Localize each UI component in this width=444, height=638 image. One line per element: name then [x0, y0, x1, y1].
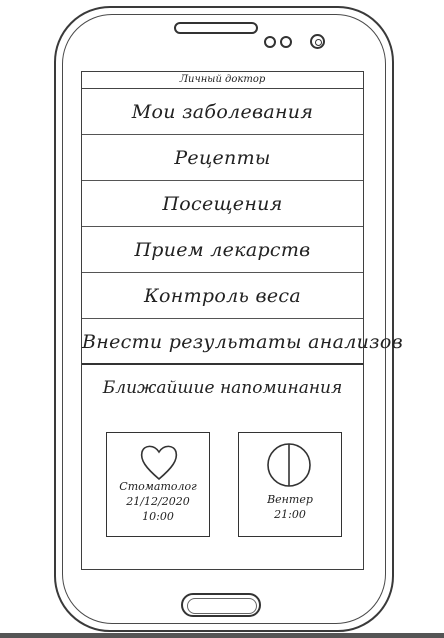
app-title: Личный доктор: [82, 72, 363, 89]
reminder-title: Стоматолог: [119, 480, 197, 493]
sensor-icon: [280, 36, 292, 48]
menu-item-visits[interactable]: Посещения: [82, 181, 363, 227]
app-screen: Личный доктор Мои заболевания Рецепты По…: [81, 71, 403, 570]
menu-item-diseases[interactable]: Мои заболевания: [82, 89, 363, 135]
clock-icon: [267, 443, 311, 487]
speaker-grille: [174, 22, 258, 34]
reminder-title: Вентер: [267, 493, 313, 506]
menu-item-enter-test-results[interactable]: Внести результаты анализов: [82, 319, 403, 365]
menu-item-prescriptions[interactable]: Рецепты: [82, 135, 363, 181]
bottom-divider: [0, 633, 444, 638]
menu-item-weight-control[interactable]: Контроль веса: [82, 273, 363, 319]
camera-icon: [310, 34, 325, 49]
heart-icon: [140, 445, 178, 481]
menu-item-medication[interactable]: Прием лекарств: [82, 227, 363, 273]
home-button[interactable]: [181, 593, 261, 617]
sensor-icon: [264, 36, 276, 48]
reminder-card-venter[interactable]: Вентер 21:00: [238, 432, 342, 537]
reminder-time: 21:00: [274, 508, 306, 521]
reminder-card-dentist[interactable]: Стоматолог 21/12/2020 10:00: [106, 432, 210, 537]
reminders-title: Ближайшие напоминания: [102, 378, 343, 398]
reminder-date: 21/12/2020: [126, 495, 190, 508]
reminder-time: 10:00: [142, 510, 174, 523]
